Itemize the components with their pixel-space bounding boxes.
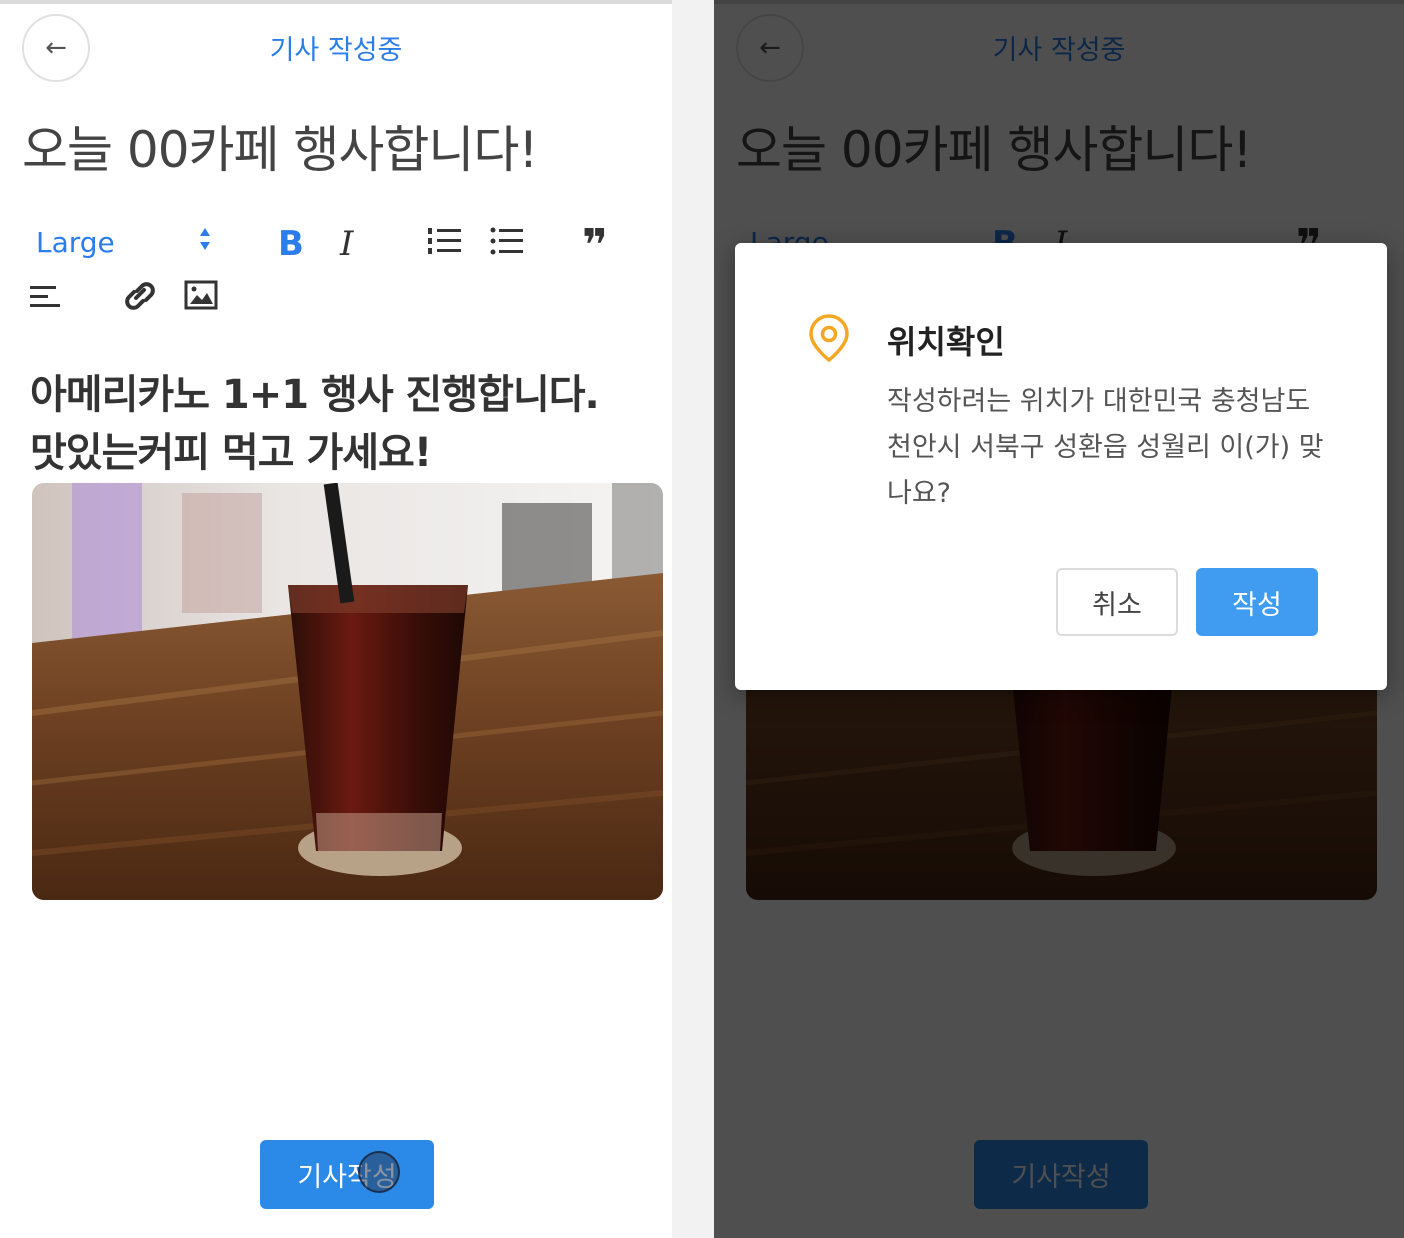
body-line: 아메리카노 1+1 행사 진행합니다. <box>30 372 600 418</box>
italic-button[interactable]: I <box>340 224 353 264</box>
select-arrows-icon[interactable] <box>198 226 212 252</box>
editor-screen: ← 기사 작성중 오늘 00카페 행사합니다! Large B I ❞ 아메리카… <box>0 0 672 1238</box>
blockquote-icon[interactable]: ❞ <box>582 220 608 271</box>
dialog-title: 위치확인 <box>887 323 1005 361</box>
submit-article-button[interactable]: 기사작성 <box>260 1140 434 1209</box>
page-title: 기사 작성중 <box>269 35 403 66</box>
cancel-button[interactable]: 취소 <box>1056 568 1178 636</box>
body-line: 맛있는커피 먹고 가세요! <box>30 430 432 476</box>
confirm-write-button[interactable]: 작성 <box>1196 568 1318 636</box>
editor-screen-with-dialog: ← 기사 작성중 오늘 00카페 행사합니다! Large B I ❞ 기사작성 <box>714 0 1404 1238</box>
article-body[interactable]: 아메리카노 1+1 행사 진행합니다. 맛있는커피 먹고 가세요! <box>30 366 600 482</box>
bullet-list-icon[interactable] <box>490 226 524 256</box>
editor-toolbar: Large B I ❞ <box>22 218 652 328</box>
iced-americano-photo <box>32 483 663 900</box>
panel-divider <box>672 0 714 1238</box>
dialog-message: 작성하려는 위치가 대한민국 충청남도 천안시 서북구 성환읍 성월리 이(가)… <box>887 386 1324 509</box>
link-icon[interactable] <box>122 278 158 314</box>
bold-button[interactable]: B <box>278 224 304 264</box>
font-size-select[interactable]: Large <box>36 226 115 259</box>
screenshot-stage: ← 기사 작성중 오늘 00카페 행사합니다! Large B I ❞ 아메리카… <box>0 0 1404 1238</box>
touch-indicator <box>358 1151 400 1193</box>
ordered-list-icon[interactable] <box>428 226 462 256</box>
location-confirm-dialog: 위치확인 작성하려는 위치가 대한민국 충청남도 천안시 서북구 성환읍 성월리… <box>735 243 1387 690</box>
image-insert-icon[interactable] <box>184 280 218 310</box>
location-pin-icon <box>807 313 851 367</box>
top-border <box>0 0 672 4</box>
align-left-icon[interactable] <box>30 282 62 312</box>
article-title-input[interactable]: 오늘 00카페 행사합니다! <box>22 110 538 182</box>
